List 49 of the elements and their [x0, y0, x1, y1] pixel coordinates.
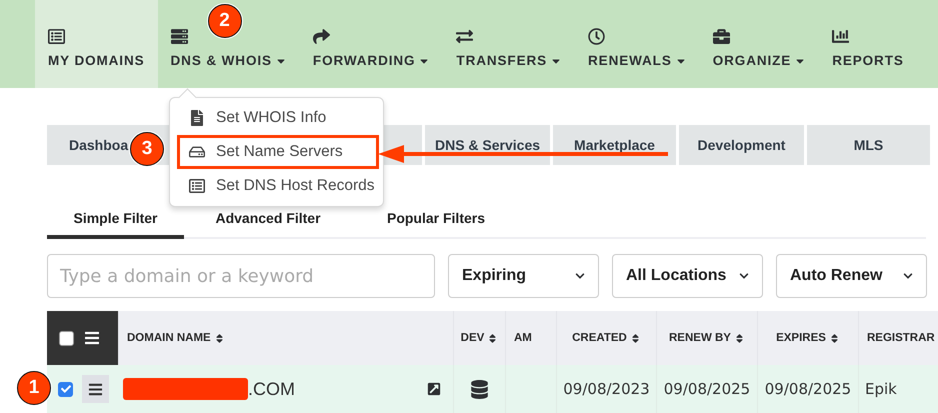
sort-icon: [630, 332, 641, 344]
filter-select[interactable]: Expiring: [448, 254, 599, 298]
table-cell: 09/08/2023: [556, 365, 656, 413]
step-marker: 2: [208, 4, 242, 38]
sort-icon: [487, 332, 498, 344]
filter-select[interactable]: All Locations: [612, 254, 763, 298]
menu-icon: [88, 382, 103, 396]
external-link-icon: [427, 382, 441, 396]
sort-icon: [734, 332, 745, 344]
table-cell: 09/08/2025: [656, 365, 757, 413]
row-checkbox[interactable]: [58, 382, 73, 396]
exchange-arrows-icon: [456, 28, 474, 45]
nav-item[interactable]: DNS & WHOIS 2: [158, 0, 300, 88]
table-cell: Epik: [858, 365, 938, 413]
list-icon: [189, 178, 205, 194]
step-marker: 1: [17, 371, 51, 405]
section-tab[interactable]: MLS: [807, 125, 930, 165]
database-icon: [470, 380, 489, 398]
menu-item[interactable]: Set WHOIS Info: [177, 101, 379, 135]
clock-icon: [588, 28, 606, 45]
search-field[interactable]: Type a domain or a keyword: [47, 254, 435, 298]
menu-icon: [84, 330, 100, 346]
section-tab[interactable]: Development: [679, 125, 804, 165]
nav-item[interactable]: MY DOMAINS: [35, 0, 158, 88]
nav-item[interactable]: RENEWALS: [575, 0, 700, 88]
sort-icon: [828, 332, 840, 344]
chevron-down-icon: [575, 271, 585, 281]
chevron-down-icon: [739, 271, 749, 281]
section-tab[interactable]: DNS & Services: [425, 125, 550, 165]
bar-chart-icon: [832, 28, 850, 45]
nav-item[interactable]: TRANSFERS: [443, 0, 576, 88]
chevron-down-icon: [903, 271, 913, 281]
nav-item[interactable]: REPORTS: [819, 0, 917, 88]
document-icon: [189, 110, 205, 126]
share-arrow-icon: [312, 28, 330, 45]
filter-select[interactable]: Auto Renew: [776, 254, 927, 298]
table-cell: 09/08/2025: [757, 365, 858, 413]
briefcase-icon: [712, 28, 730, 45]
sort-icon: [214, 332, 225, 344]
domain-name[interactable]: .COM: [248, 378, 295, 400]
nav-item[interactable]: FORWARDING: [300, 0, 444, 88]
server-icon: [170, 28, 188, 45]
menu-item[interactable]: Set Name Servers: [177, 135, 379, 169]
section-tab[interactable]: Marketplace: [553, 125, 676, 165]
drive-icon: [189, 144, 205, 160]
select-all-checkbox[interactable]: [59, 330, 74, 346]
list-icon: [48, 28, 65, 45]
row-menu-button[interactable]: [82, 375, 109, 403]
nav-item[interactable]: ORGANIZE: [700, 0, 820, 88]
